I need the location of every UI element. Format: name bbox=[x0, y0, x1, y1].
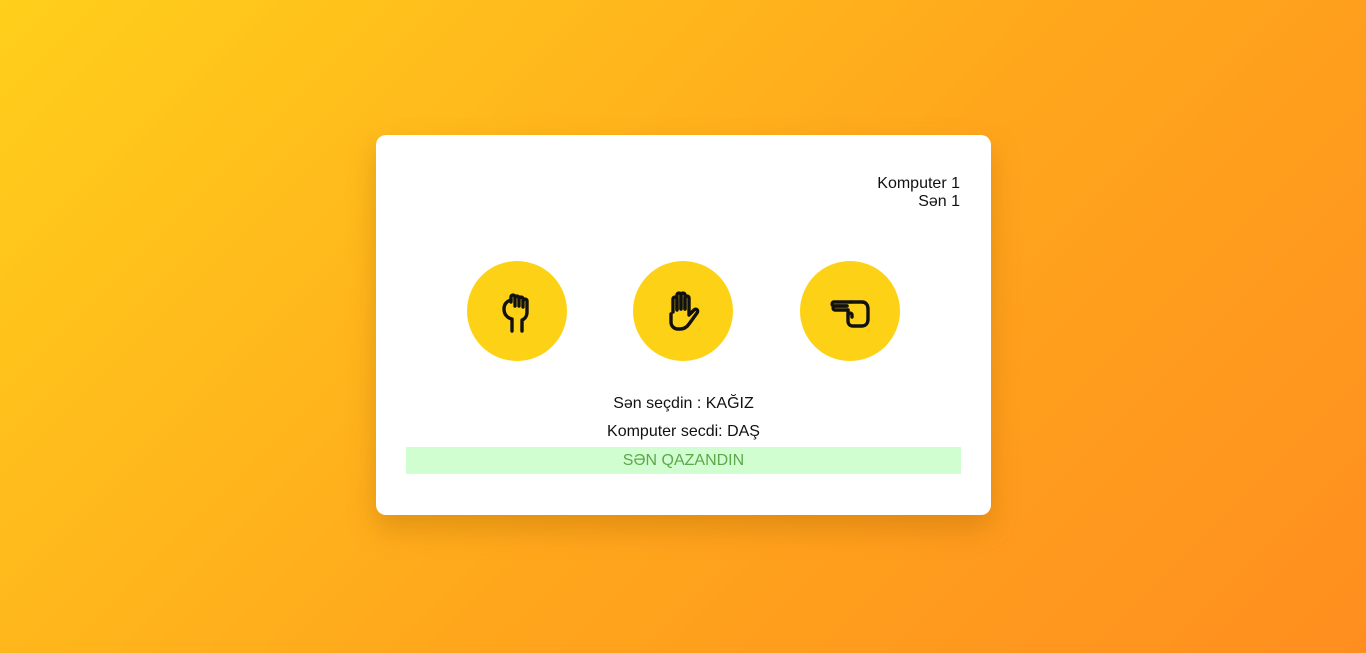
scissors-button[interactable] bbox=[800, 261, 900, 361]
computer-choice-text: Komputer secdi: DAŞ bbox=[607, 423, 760, 440]
user-choice-text: Sən seçdin : KAĞIZ bbox=[613, 395, 754, 412]
user-score: Sən 1 bbox=[918, 193, 960, 210]
open-hand-icon bbox=[669, 291, 700, 331]
scissors-hand-icon bbox=[830, 300, 870, 328]
computer-score: Komputer 1 bbox=[877, 175, 960, 192]
game-card: Komputer 1 Sən 1 Sən seçdin : KAĞIZ Komp… bbox=[376, 135, 991, 515]
scoreboard: Komputer 1 Sən 1 bbox=[877, 175, 960, 211]
rock-button[interactable] bbox=[467, 261, 567, 361]
fist-icon bbox=[502, 293, 529, 333]
paper-button[interactable] bbox=[633, 261, 733, 361]
result-banner: SƏN QAZANDIN bbox=[406, 447, 961, 474]
